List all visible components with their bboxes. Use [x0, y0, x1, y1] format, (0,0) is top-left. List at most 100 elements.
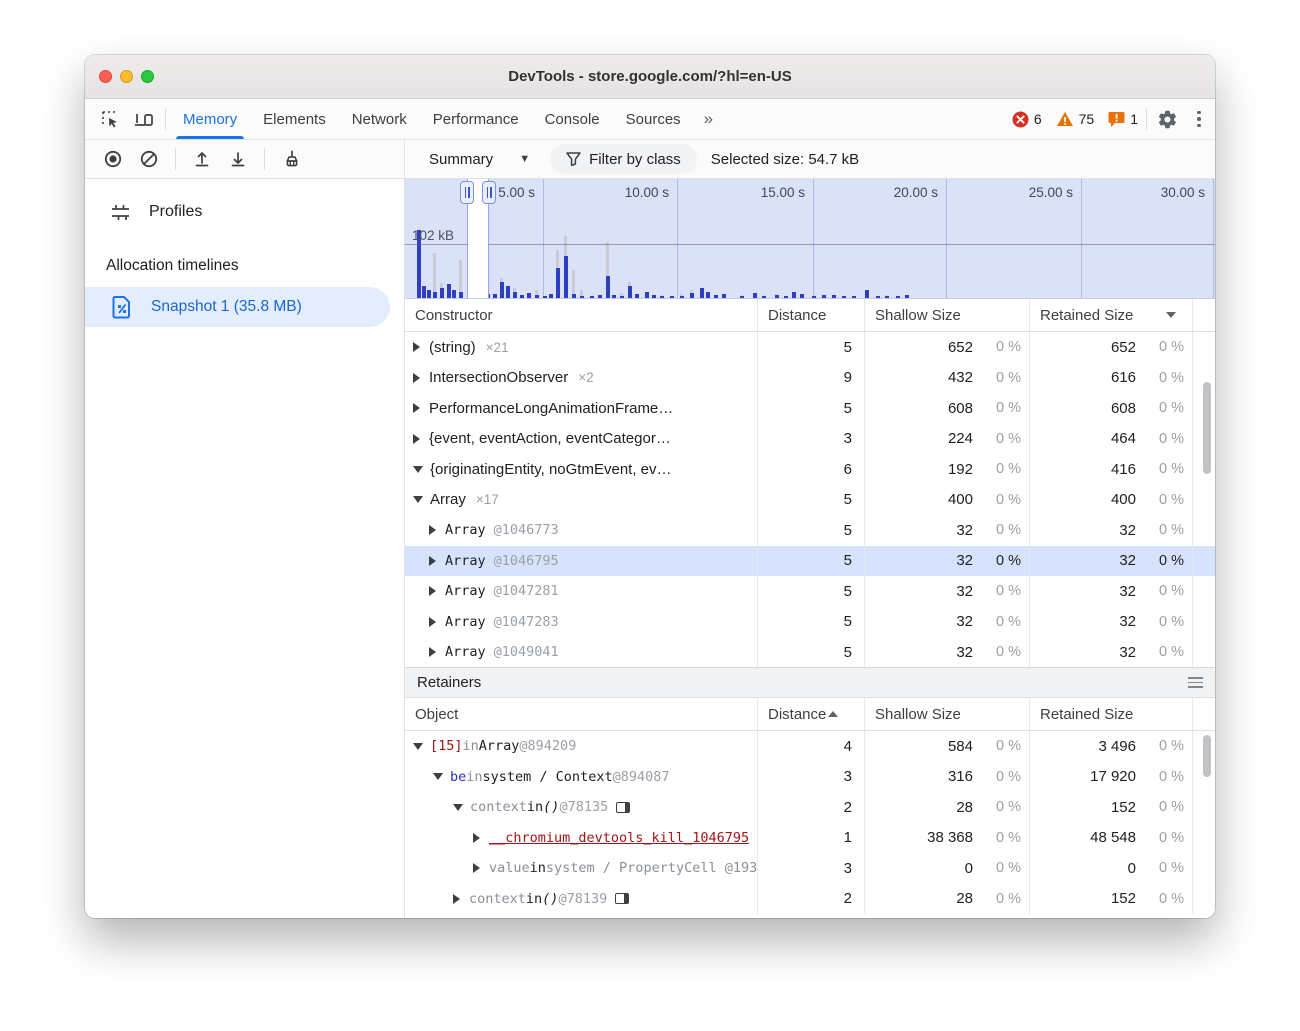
- settings-button[interactable]: [1151, 99, 1183, 139]
- tab-elements[interactable]: Elements: [250, 99, 339, 139]
- allocation-timeline-overview[interactable]: 5.00 s10.00 s15.00 s20.00 s25.00 s30.00 …: [405, 179, 1215, 299]
- scrollbar-gutter: [1193, 485, 1215, 516]
- expand-arrow-icon[interactable]: [473, 863, 480, 873]
- column-header-constructor[interactable]: Constructor: [405, 299, 758, 331]
- shallow-size-cell: 4000 %: [865, 485, 1030, 516]
- expand-arrow-icon[interactable]: [453, 894, 460, 904]
- retainer-row[interactable]: be in system / Context @89408733160 %17 …: [405, 762, 1215, 793]
- constructor-row[interactable]: IntersectionObserver×294320 %6160 %: [405, 363, 1215, 394]
- selection-handle-right[interactable]: [482, 181, 496, 204]
- close-window-button[interactable]: [99, 70, 112, 83]
- retainer-row[interactable]: __chromium_devtools_kill_1046795138 3680…: [405, 823, 1215, 854]
- sidebar-item-profiles[interactable]: Profiles: [85, 193, 404, 231]
- collect-garbage-button[interactable]: [273, 144, 309, 174]
- more-tabs-icon[interactable]: »: [694, 99, 723, 139]
- device-toolbar-button[interactable]: [127, 99, 161, 139]
- constructor-row[interactable]: Array@10490415320 %320 %: [405, 637, 1215, 667]
- expand-arrow-icon[interactable]: [413, 373, 420, 383]
- sidebar-item-snapshot-1[interactable]: Snapshot 1 (35.8 MB): [85, 287, 390, 327]
- retained-size-percent: 0 %: [1136, 738, 1184, 754]
- retainer-object-segment: system / Context: [483, 769, 613, 785]
- allocation-bar-blue: [506, 286, 510, 298]
- expand-arrow-icon[interactable]: [429, 647, 436, 657]
- expand-arrow-icon[interactable]: [429, 617, 436, 627]
- distance-cell: 4: [758, 731, 865, 762]
- shallow-size-value: 192: [865, 461, 973, 478]
- constructor-row[interactable]: Array@10467735320 %320 %: [405, 515, 1215, 546]
- allocation-bar-blue: [543, 296, 547, 298]
- constructor-row[interactable]: {originatingEntity, noGtmEvent, ev…61920…: [405, 454, 1215, 485]
- retainer-row[interactable]: value in system / PropertyCell @19387300…: [405, 853, 1215, 884]
- collapse-arrow-icon[interactable]: [413, 743, 423, 750]
- shallow-size-cell: 320 %: [865, 607, 1030, 638]
- column-header-distance[interactable]: Distance: [758, 299, 865, 331]
- collapse-arrow-icon[interactable]: [453, 804, 463, 811]
- reveal-icon[interactable]: [615, 893, 629, 904]
- tune-icon: [109, 201, 132, 223]
- traffic-lights: [99, 55, 154, 98]
- main-menu-button[interactable]: [1183, 99, 1215, 139]
- record-heap-button[interactable]: [95, 144, 131, 174]
- scrollbar-gutter: [1193, 637, 1215, 667]
- constructor-row[interactable]: (string)×2156520 %6520 %: [405, 332, 1215, 363]
- selection-handle-left[interactable]: [460, 181, 474, 204]
- collapse-arrow-icon[interactable]: [413, 496, 423, 503]
- collapse-arrow-icon[interactable]: [413, 466, 423, 473]
- expand-arrow-icon[interactable]: [413, 403, 420, 413]
- constructor-row[interactable]: Array@10472835320 %320 %: [405, 607, 1215, 638]
- expand-arrow-icon[interactable]: [429, 525, 436, 535]
- expand-arrow-icon[interactable]: [413, 342, 420, 352]
- retainer-row[interactable]: context in () @781352280 %1520 %: [405, 792, 1215, 823]
- class-filter-input[interactable]: Filter by class: [550, 144, 697, 174]
- allocation-bar-blue: [572, 294, 576, 298]
- allocation-bar-blue: [753, 293, 757, 298]
- vertical-scrollbar[interactable]: [1203, 382, 1211, 474]
- retainer-object-cell: context in () @78139: [405, 884, 758, 915]
- zoom-window-button[interactable]: [141, 70, 154, 83]
- tab-network[interactable]: Network: [339, 99, 420, 139]
- inspect-element-button[interactable]: [93, 99, 127, 139]
- tab-console[interactable]: Console: [532, 99, 613, 139]
- tab-performance[interactable]: Performance: [420, 99, 532, 139]
- save-profile-button[interactable]: [220, 144, 256, 174]
- column-header-retained-size[interactable]: Retained Size: [1030, 299, 1193, 331]
- retained-size-percent: 0 %: [1136, 461, 1184, 477]
- errors-badge[interactable]: 6: [1012, 111, 1042, 128]
- tab-sources[interactable]: Sources: [613, 99, 694, 139]
- column-header-distance[interactable]: Distance: [758, 698, 865, 730]
- warnings-badge[interactable]: 75: [1056, 111, 1095, 127]
- retainers-menu-icon[interactable]: [1188, 677, 1203, 688]
- column-header-shallow-size[interactable]: Shallow Size: [865, 698, 1030, 730]
- minimize-window-button[interactable]: [120, 70, 133, 83]
- vertical-scrollbar[interactable]: [1203, 735, 1211, 777]
- retainer-row[interactable]: context in () @781392280 %1520 %: [405, 884, 1215, 915]
- allocation-bar-blue: [440, 288, 444, 298]
- timeline-gridline: [677, 179, 678, 298]
- column-header-shallow-size[interactable]: Shallow Size: [865, 299, 1030, 331]
- constructor-row[interactable]: Array×1754000 %4000 %: [405, 485, 1215, 516]
- expand-arrow-icon[interactable]: [413, 434, 420, 444]
- expand-arrow-icon[interactable]: [429, 556, 436, 566]
- constructor-row[interactable]: PerformanceLongAnimationFrame…56080 %608…: [405, 393, 1215, 424]
- column-header-retained-size[interactable]: Retained Size: [1030, 698, 1193, 730]
- constructor-name-cell: PerformanceLongAnimationFrame…: [405, 393, 758, 424]
- tab-memory[interactable]: Memory: [170, 99, 250, 139]
- issues-badge[interactable]: 1: [1108, 111, 1138, 127]
- clear-profiles-button[interactable]: [131, 144, 167, 174]
- retained-size-value: 32: [1030, 644, 1136, 661]
- instance-name: Array: [445, 583, 486, 599]
- retainer-row[interactable]: [15] in Array @89420945840 %3 4960 %: [405, 731, 1215, 762]
- collapse-arrow-icon[interactable]: [433, 773, 443, 780]
- constructor-row[interactable]: Array@10472815320 %320 %: [405, 576, 1215, 607]
- expand-arrow-icon[interactable]: [473, 833, 480, 843]
- constructor-row[interactable]: Array@10467955320 %320 %: [405, 546, 1215, 577]
- sort-descending-icon: [1166, 312, 1176, 318]
- panel-tabs: MemoryElementsNetworkPerformanceConsoleS…: [170, 99, 694, 139]
- constructor-row[interactable]: {event, eventAction, eventCategor…32240 …: [405, 424, 1215, 455]
- load-profile-button[interactable]: [184, 144, 220, 174]
- column-header-object[interactable]: Object: [405, 698, 758, 730]
- reveal-icon[interactable]: [616, 802, 630, 813]
- expand-arrow-icon[interactable]: [429, 586, 436, 596]
- retained-size-percent: 0 %: [1136, 431, 1184, 447]
- perspective-select[interactable]: Summary ▼: [423, 147, 536, 172]
